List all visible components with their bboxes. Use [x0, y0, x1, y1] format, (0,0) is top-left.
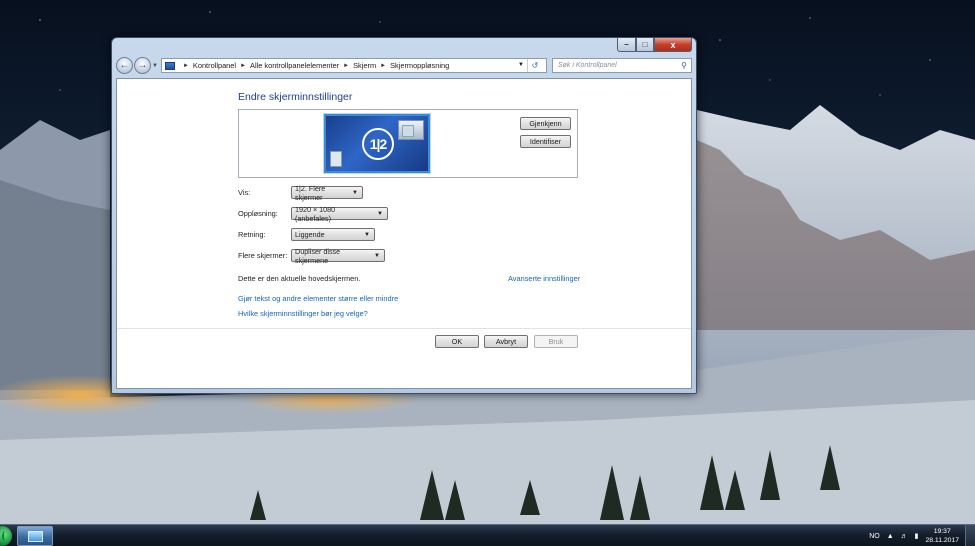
start-button[interactable]: [0, 526, 12, 546]
monitor-preview-area: 1|2 Gjenkjenn Identifiser: [238, 109, 578, 178]
taskbar: NO ▲ ♬ ▮ 19:37 28.11.2017: [0, 524, 975, 546]
address-bar[interactable]: ► Kontrollpanel ► Alle kontrollpanelelem…: [160, 58, 547, 73]
recent-pages-dropdown[interactable]: ▼: [152, 63, 158, 69]
chevron-down-icon: ▼: [352, 189, 358, 196]
orientation-select[interactable]: Liggende ▼: [291, 228, 375, 241]
close-button[interactable]: x: [654, 38, 692, 52]
control-panel-icon: [164, 61, 175, 70]
clock[interactable]: 19:37 28.11.2017: [925, 527, 959, 545]
advanced-settings-link[interactable]: Avanserte innstillinger: [508, 274, 580, 283]
display-select[interactable]: 1|2. Flere skjermer ▼: [291, 183, 363, 202]
detect-button[interactable]: Gjenkjenn: [520, 117, 571, 130]
arrow-right-icon: →: [137, 60, 148, 71]
chevron-right-icon[interactable]: ►: [380, 63, 386, 69]
breadcrumb-item[interactable]: Alle kontrollpanelelementer: [250, 61, 339, 70]
orientation-label: Retning:: [238, 230, 266, 239]
multiple-displays-value: Dupliser disse skjermene: [295, 246, 341, 265]
maximize-button[interactable]: □: [636, 38, 654, 52]
cancel-button[interactable]: Avbryt: [484, 335, 528, 348]
show-hidden-icons-icon[interactable]: ▲: [887, 533, 894, 540]
minimize-button[interactable]: –: [617, 38, 636, 52]
page-title: Endre skjerminnstillinger: [238, 91, 353, 103]
chevron-down-icon: ▼: [377, 210, 383, 217]
back-button[interactable]: ←: [116, 57, 133, 74]
chevron-right-icon[interactable]: ►: [240, 63, 246, 69]
ok-button[interactable]: OK: [435, 335, 479, 348]
mini-document-icon: [330, 151, 342, 167]
identify-button[interactable]: Identifiser: [520, 135, 571, 148]
breadcrumb: ► Kontrollpanel ► Alle kontrollpanelelem…: [179, 61, 449, 70]
resolution-value: 1920 × 1080 (anbefales): [295, 204, 336, 223]
help-settings-link[interactable]: Hvilke skjerminnstillinger bør jeg velge…: [238, 309, 368, 318]
show-desktop-button[interactable]: [965, 525, 975, 546]
breadcrumb-item[interactable]: Skjermoppløsning: [390, 61, 449, 70]
forward-button[interactable]: →: [134, 57, 151, 74]
chevron-down-icon: ▼: [364, 231, 370, 238]
clock-date: 28.11.2017: [925, 537, 959, 544]
arrow-left-icon: ←: [119, 60, 130, 71]
orientation-value: Liggende: [295, 230, 325, 239]
screen-resolution-window: – □ x ← → ▼ ► Kontrollpanel ► Alle kontr…: [111, 37, 697, 394]
resolution-select[interactable]: 1920 × 1080 (anbefales) ▼: [291, 204, 388, 223]
monitor-icon: [27, 530, 43, 542]
display-value: 1|2. Flere skjermer: [295, 183, 326, 202]
clock-time: 19:37: [933, 528, 951, 535]
refresh-icon[interactable]: ↺: [526, 59, 542, 72]
taskbar-item-control-panel[interactable]: [17, 526, 53, 546]
divider: [117, 328, 691, 329]
start-icon: [2, 531, 8, 541]
mini-window-icon: [398, 120, 424, 140]
multiple-displays-label: Flere skjermer:: [238, 251, 288, 260]
main-display-text: Dette er den aktuelle hovedskjermen.: [238, 274, 361, 283]
chevron-right-icon[interactable]: ►: [343, 63, 349, 69]
navigation-bar: ← → ▼ ► Kontrollpanel ► Alle kontrollpan…: [116, 56, 692, 75]
volume-icon[interactable]: ♬: [901, 533, 908, 540]
language-indicator[interactable]: NO: [869, 533, 880, 540]
content-area: Endre skjerminnstillinger 1|2 Gjenkjenn …: [116, 78, 692, 389]
monitor-thumbnail[interactable]: 1|2: [324, 114, 430, 173]
display-label: Vis:: [238, 188, 251, 197]
text-size-link[interactable]: Gjør tekst og andre elementer større ell…: [238, 294, 398, 303]
search-input[interactable]: Søk i Kontrollpanel ⚲: [551, 58, 692, 73]
breadcrumb-item[interactable]: Kontrollpanel: [193, 61, 236, 70]
chevron-down-icon: ▼: [374, 252, 380, 259]
multiple-displays-select[interactable]: Dupliser disse skjermene ▼: [291, 246, 385, 265]
search-placeholder: Søk i Kontrollpanel: [557, 62, 617, 69]
address-dropdown-icon[interactable]: ▼: [518, 62, 524, 68]
caption-buttons: – □ x: [617, 38, 692, 52]
monitor-number-badge: 1|2: [362, 128, 394, 160]
network-signal-icon[interactable]: ▮: [915, 532, 919, 540]
apply-button[interactable]: Bruk: [534, 335, 578, 348]
search-icon[interactable]: ⚲: [681, 61, 687, 70]
chevron-right-icon: ►: [182, 62, 189, 69]
resolution-label: Oppløsning:: [238, 209, 278, 218]
system-tray: NO ▲ ♬ ▮ 19:37 28.11.2017: [869, 525, 975, 546]
breadcrumb-item[interactable]: Skjerm: [353, 61, 376, 70]
